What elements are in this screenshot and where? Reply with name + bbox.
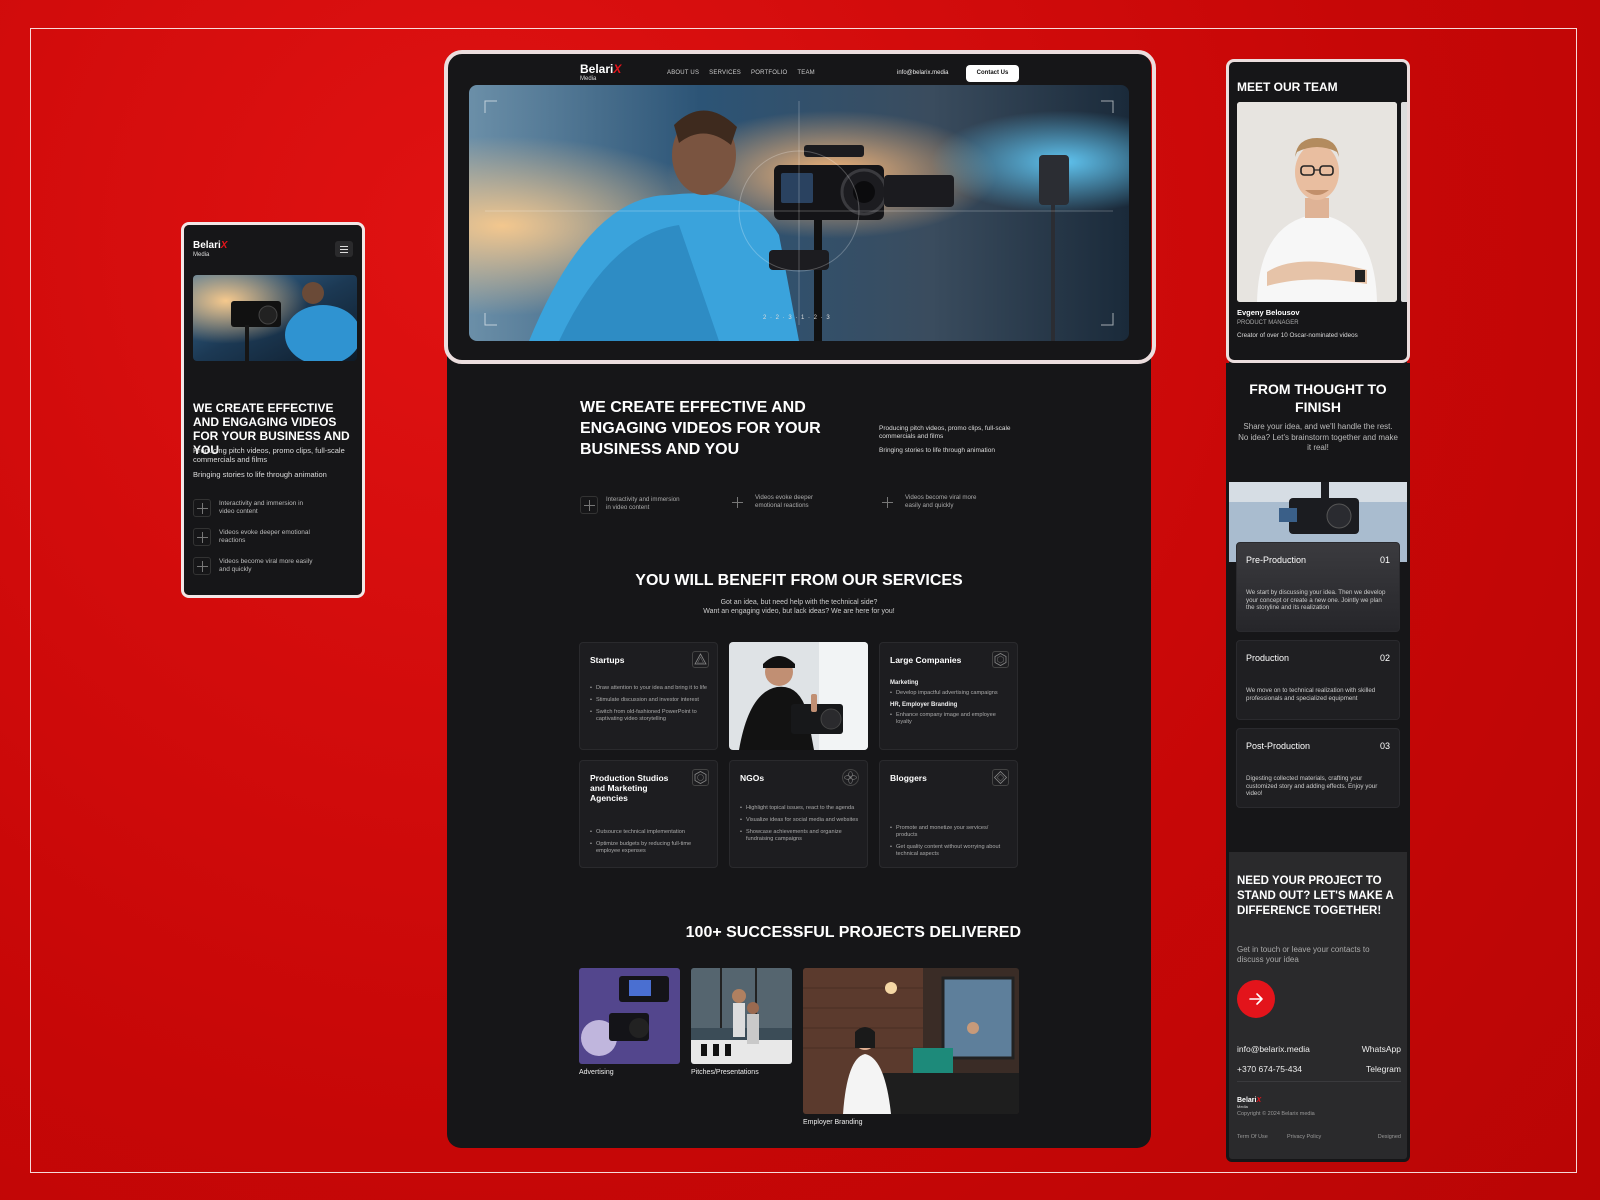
- service-card-large-companies[interactable]: Large Companies Marketing Develop impact…: [879, 642, 1018, 750]
- card-list: Draw attention to your idea and bring it…: [590, 685, 709, 728]
- team-section-highlight: [1226, 59, 1410, 363]
- project-thumb-pitches[interactable]: [691, 968, 792, 1064]
- projects-title: 100+ SUCCESSFUL PROJECTS DELIVERED: [685, 924, 1021, 941]
- hero-paragraph-2: Bringing stories to life through animati…: [879, 447, 995, 454]
- service-card-studios[interactable]: Production Studios and Marketing Agencie…: [579, 760, 718, 868]
- hero-paragraph: Producing pitch videos, promo clips, ful…: [879, 425, 1011, 440]
- card-title: Large Companies: [890, 655, 962, 665]
- plus-icon: [879, 494, 897, 512]
- card-title: Startups: [590, 655, 625, 665]
- services-subtitle: Got an idea, but need help with the tech…: [703, 599, 895, 615]
- project-thumb-employer-branding[interactable]: [803, 968, 1019, 1114]
- plus-icon: [729, 494, 747, 512]
- plus-icon: [193, 557, 211, 575]
- feature-item: Videos become viral more easily and quic…: [879, 494, 999, 512]
- project-thumb-advertising[interactable]: [579, 968, 680, 1064]
- logo[interactable]: BelariX Media: [193, 241, 353, 259]
- mobile-right-border: [1226, 363, 1410, 1162]
- card-list: Highlight topical issues, react to the a…: [740, 805, 859, 848]
- desktop-hero-highlight: [444, 50, 1156, 364]
- service-card-ngos[interactable]: NGOs Highlight topical issues, react to …: [729, 760, 868, 868]
- project-label: Employer Branding: [803, 1119, 863, 1126]
- feature-item: Videos become viral more easily and quic…: [193, 557, 353, 575]
- card-title: Bloggers: [890, 773, 927, 783]
- feature-item: Interactivity and immersion in video con…: [193, 499, 353, 517]
- card-title: Production Studios and Marketing Agencie…: [590, 773, 669, 803]
- card-list: Marketing Develop impactful advertising …: [890, 677, 1009, 731]
- card-list: Outsource technical implementation Optim…: [590, 829, 709, 860]
- hero-image: [193, 275, 357, 361]
- services-title: YOU WILL BENEFIT FROM OUR SERVICES: [635, 572, 963, 589]
- flower-icon: [842, 769, 859, 786]
- hero-paragraph-2: Bringing stories to life through animati…: [193, 470, 327, 479]
- plus-icon: [193, 499, 211, 517]
- hero-headline: WE CREATE EFFECTIVE AND ENGAGING VIDEOS …: [580, 399, 821, 458]
- plus-icon: [580, 496, 598, 514]
- feature-item: Interactivity and immersion in video con…: [580, 496, 700, 514]
- mobile-preview: BelariX Media WE CREATE EFFECTIVE AND EN…: [181, 222, 365, 598]
- service-card-bloggers[interactable]: Bloggers Promote and monetize your servi…: [879, 760, 1018, 868]
- hexagon-icon: [992, 651, 1009, 668]
- menu-icon[interactable]: [335, 241, 353, 257]
- feature-item: Videos evoke deeper emotional reactions: [193, 528, 353, 546]
- service-card-startups[interactable]: Startups Draw attention to your idea and…: [579, 642, 718, 750]
- feature-item: Videos evoke deeper emotional reactions: [729, 494, 849, 512]
- plus-icon: [193, 528, 211, 546]
- service-photo: [729, 642, 868, 750]
- card-list: Promote and monetize your services/ prod…: [890, 825, 1009, 863]
- triangle-icon: [692, 651, 709, 668]
- project-label: Pitches/Presentations: [691, 1069, 759, 1076]
- mobile-header: BelariX Media: [193, 241, 353, 261]
- project-label: Advertising: [579, 1069, 614, 1076]
- hexagon-icon: [692, 769, 709, 786]
- diamond-icon: [992, 769, 1009, 786]
- card-title: NGOs: [740, 773, 765, 783]
- hero-paragraph: Producing pitch videos, promo clips, ful…: [193, 446, 345, 464]
